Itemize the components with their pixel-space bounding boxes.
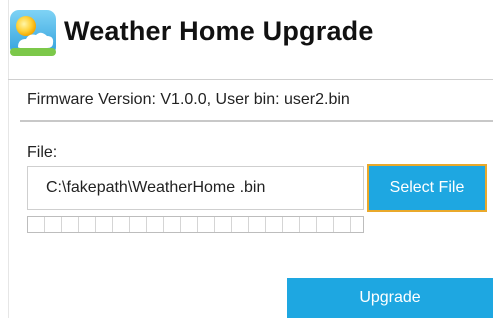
file-path-field[interactable]: C:\fakepath\WeatherHome .bin: [27, 166, 364, 210]
select-file-button[interactable]: Select File: [367, 164, 487, 212]
weather-sun-cloud-icon: [10, 10, 56, 56]
file-label: File:: [27, 144, 58, 161]
upgrade-page: Weather Home Upgrade Firmware Version: V…: [0, 0, 493, 318]
firmware-divider: [20, 120, 493, 122]
firmware-version-text: Firmware Version: V1.0.0, User bin: user…: [27, 91, 350, 108]
upload-progress-bar: [27, 216, 364, 233]
page-header: Weather Home Upgrade: [8, 8, 493, 80]
upgrade-button[interactable]: Upgrade: [287, 278, 493, 318]
header-divider: [8, 79, 493, 80]
page-title: Weather Home Upgrade: [64, 16, 374, 46]
